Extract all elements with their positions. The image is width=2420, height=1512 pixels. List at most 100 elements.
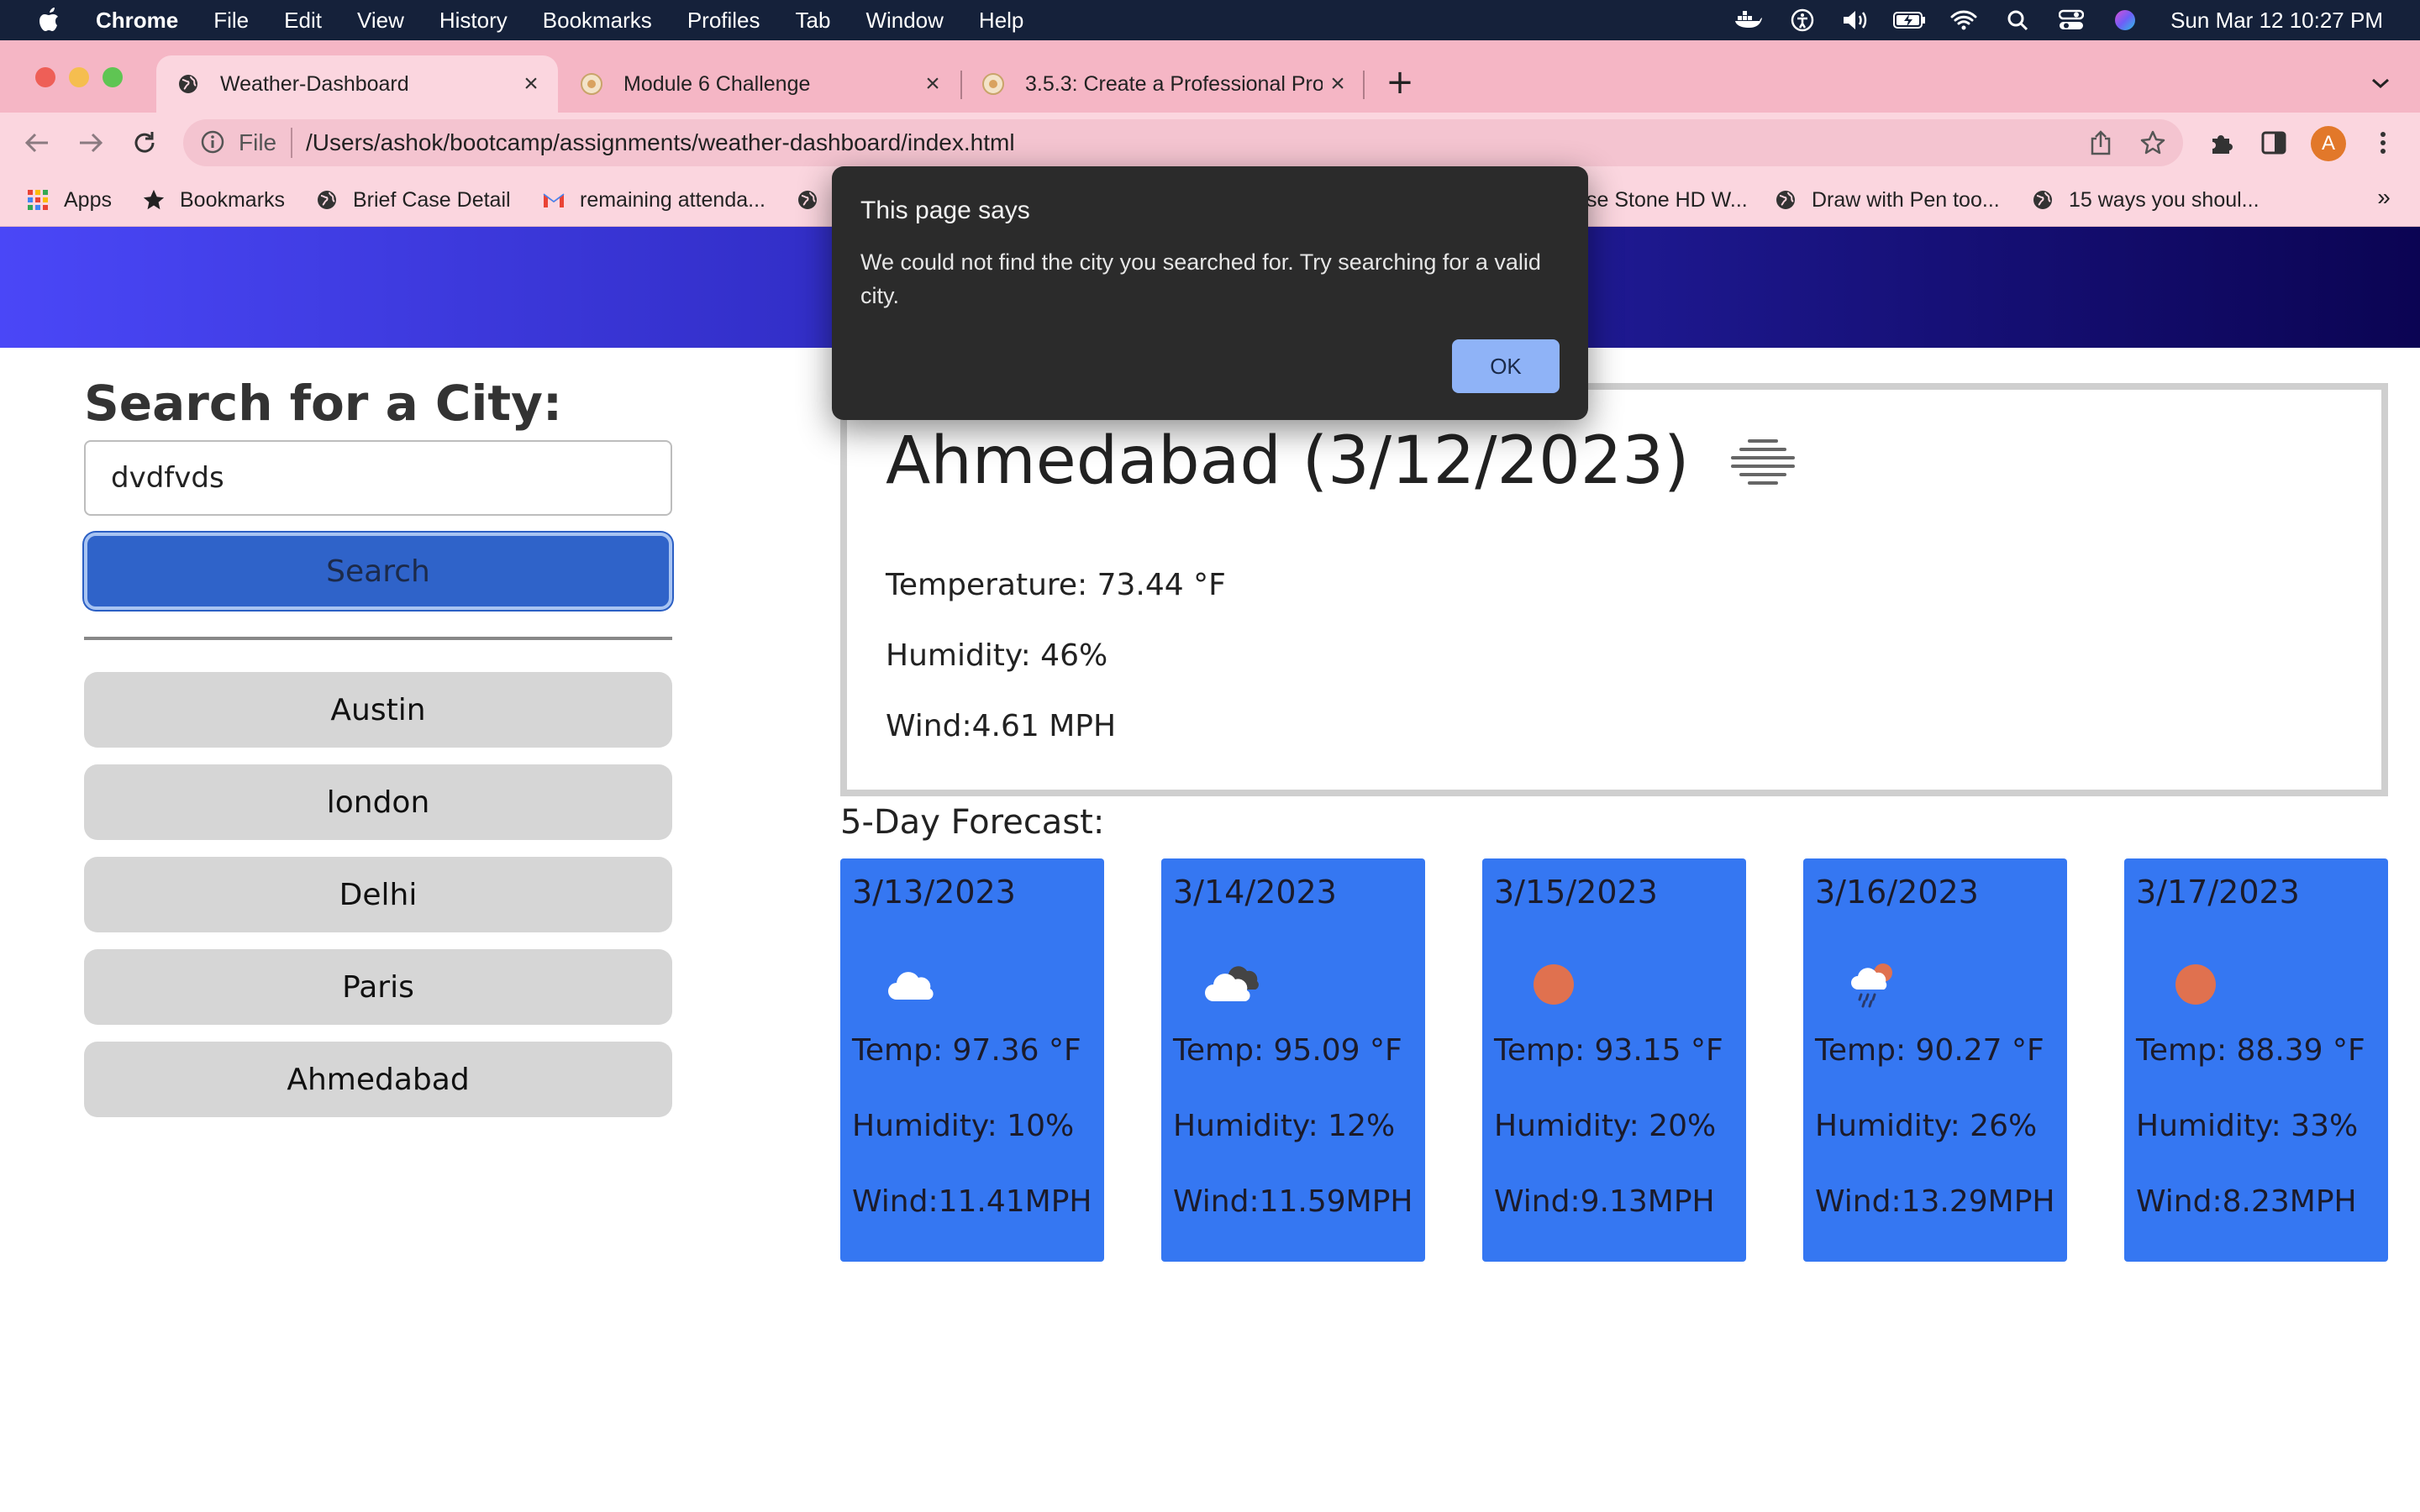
- menu-help[interactable]: Help: [979, 8, 1023, 34]
- accessibility-icon[interactable]: [1786, 7, 1819, 34]
- bookmark-draw-with-pen[interactable]: Draw with Pen too...: [1773, 183, 2000, 217]
- current-temperature: Temperature: 73.44 °F: [886, 568, 1226, 602]
- forecast-card: 3/14/2023 Temp: 95.09 °F Humidity: 12% W…: [1161, 858, 1425, 1262]
- menu-view[interactable]: View: [357, 8, 404, 34]
- forecast-temp: Temp: 88.39 °F: [2136, 1033, 2365, 1068]
- bookmark-bookmarks[interactable]: Bookmarks: [141, 183, 285, 217]
- menu-bookmarks[interactable]: Bookmarks: [543, 8, 652, 34]
- status-area: Sun Mar 12 10:27 PM: [1732, 0, 2420, 40]
- bookmark-brief-case-detail[interactable]: Brief Case Detail: [314, 183, 511, 217]
- apple-icon[interactable]: [34, 3, 67, 37]
- bookmark-hidden-under-dialog[interactable]: [795, 183, 834, 217]
- globe-icon: [176, 72, 200, 96]
- dialog-message: We could not find the city you searched …: [860, 249, 1541, 308]
- window-close-button[interactable]: [35, 67, 55, 87]
- profile-avatar[interactable]: A: [2311, 126, 2346, 161]
- tab-weather-dashboard[interactable]: Weather-Dashboard ×: [156, 55, 558, 113]
- history-city-button[interactable]: Delhi: [84, 857, 672, 932]
- dialog-ok-button[interactable]: OK: [1452, 339, 1560, 393]
- current-weather-card: Ahmedabad (3/12/2023) Temperature: 73.44…: [840, 383, 2388, 796]
- address-divider: [291, 128, 292, 158]
- tab-label: Module 6 Challenge: [623, 71, 811, 96]
- tab-close-icon[interactable]: ×: [516, 69, 546, 99]
- menu-edit[interactable]: Edit: [284, 8, 322, 34]
- cloud-icon: [882, 961, 941, 1008]
- bookmark-remaining-attendance[interactable]: remaining attenda...: [541, 183, 765, 217]
- bookmark-label: remaining attenda...: [580, 187, 765, 212]
- forecast-temp: Temp: 97.36 °F: [852, 1033, 1081, 1068]
- menu-profiles[interactable]: Profiles: [687, 8, 760, 34]
- forecast-card: 3/17/2023 Temp: 88.39 °F Humidity: 33% W…: [2124, 858, 2388, 1262]
- bookmark-15-ways[interactable]: 15 ways you shoul...: [2030, 183, 2260, 217]
- extensions-puzzle-icon[interactable]: [2205, 126, 2238, 160]
- history-city-button[interactable]: Paris: [84, 949, 672, 1025]
- forecast-temp: Temp: 90.27 °F: [1815, 1033, 2044, 1068]
- tab-label: Weather-Dashboard: [220, 71, 409, 96]
- forecast-date: 3/16/2023: [1815, 874, 1979, 911]
- city-search-input[interactable]: [84, 440, 672, 516]
- tab-close-icon[interactable]: ×: [918, 69, 948, 99]
- control-center-icon[interactable]: [2054, 7, 2088, 34]
- menu-window[interactable]: Window: [865, 8, 943, 34]
- menu-file[interactable]: File: [213, 8, 249, 34]
- tab-create-professional[interactable]: 3.5.3: Create a Professional Pro ×: [961, 55, 1365, 113]
- forecast-wind: Wind:11.59MPH: [1173, 1184, 1413, 1219]
- forecast-date: 3/14/2023: [1173, 874, 1337, 911]
- search-button[interactable]: Search: [84, 533, 672, 610]
- history-city-button[interactable]: london: [84, 764, 672, 840]
- history-city-button[interactable]: Ahmedabad: [84, 1042, 672, 1117]
- rain-sun-icon: [1845, 961, 1904, 1008]
- tab-module-6-challenge[interactable]: Module 6 Challenge ×: [560, 55, 960, 113]
- bookmark-stone-hd[interactable]: se Stone HD W...: [1586, 183, 1748, 217]
- battery-charging-icon[interactable]: [1893, 7, 1927, 34]
- share-icon[interactable]: [2086, 128, 2116, 158]
- siri-icon[interactable]: [2108, 7, 2142, 34]
- forecast-date: 3/17/2023: [2136, 874, 2300, 911]
- menu-history[interactable]: History: [439, 8, 508, 34]
- globe-icon: [2030, 187, 2055, 213]
- forecast-wind: Wind:11.41MPH: [852, 1184, 1092, 1219]
- reload-icon[interactable]: [128, 126, 161, 160]
- back-arrow-icon[interactable]: [20, 126, 54, 160]
- more-menu-icon[interactable]: [2366, 126, 2400, 160]
- menu-tab[interactable]: Tab: [796, 8, 831, 34]
- side-panel-icon[interactable]: [2257, 126, 2291, 160]
- alert-dialog: This page says We could not find the cit…: [832, 166, 1588, 420]
- forecast-date: 3/13/2023: [852, 874, 1016, 911]
- window-zoom-button[interactable]: [103, 67, 123, 87]
- address-url[interactable]: /Users/ashok/bootcamp/assignments/weathe…: [306, 129, 1015, 156]
- menu-clock[interactable]: Sun Mar 12 10:27 PM: [2170, 8, 2383, 34]
- spotlight-search-icon[interactable]: [2001, 7, 2034, 34]
- forecast-humidity: Humidity: 33%: [2136, 1109, 2359, 1143]
- bookmark-label: Brief Case Detail: [353, 187, 511, 212]
- forecast-card: 3/15/2023 Temp: 93.15 °F Humidity: 20% W…: [1482, 858, 1746, 1262]
- forward-arrow-icon[interactable]: [74, 126, 108, 160]
- tab-favicon-icon: [981, 72, 1005, 96]
- bookmark-star-icon[interactable]: [2138, 128, 2168, 158]
- dialog-title: This page says: [860, 197, 1030, 224]
- tab-close-icon[interactable]: ×: [1323, 69, 1353, 99]
- volume-icon[interactable]: [1839, 7, 1873, 34]
- star-icon: [141, 187, 166, 213]
- site-info-icon[interactable]: [200, 129, 227, 156]
- docker-icon[interactable]: [1732, 7, 1765, 34]
- bookmark-label: Apps: [64, 187, 112, 212]
- bookmarks-overflow-button[interactable]: »: [2370, 183, 2398, 212]
- menu-app-name[interactable]: Chrome: [96, 8, 178, 34]
- history-city-button[interactable]: Austin: [84, 672, 672, 748]
- globe-icon: [795, 187, 820, 213]
- forecast-temp: Temp: 93.15 °F: [1494, 1033, 1723, 1068]
- mist-icon: [1720, 428, 1804, 495]
- forecast-humidity: Humidity: 26%: [1815, 1109, 2038, 1143]
- gmail-icon: [541, 187, 566, 213]
- tab-search-chevron-icon[interactable]: [2366, 69, 2395, 97]
- window-minimize-button[interactable]: [69, 67, 89, 87]
- address-bar[interactable]: File /Users/ashok/bootcamp/assignments/w…: [183, 119, 2183, 166]
- forecast-card: 3/16/2023 Temp: 90.27 °F Humidity: 26% W…: [1803, 858, 2067, 1262]
- new-tab-button[interactable]: +: [1385, 66, 1415, 99]
- search-heading: Search for a City:: [84, 375, 563, 432]
- wifi-icon[interactable]: [1947, 7, 1981, 34]
- bookmark-apps[interactable]: Apps: [25, 183, 112, 217]
- sun-icon: [2166, 961, 2225, 1008]
- bookmark-label: Draw with Pen too...: [1812, 187, 2000, 212]
